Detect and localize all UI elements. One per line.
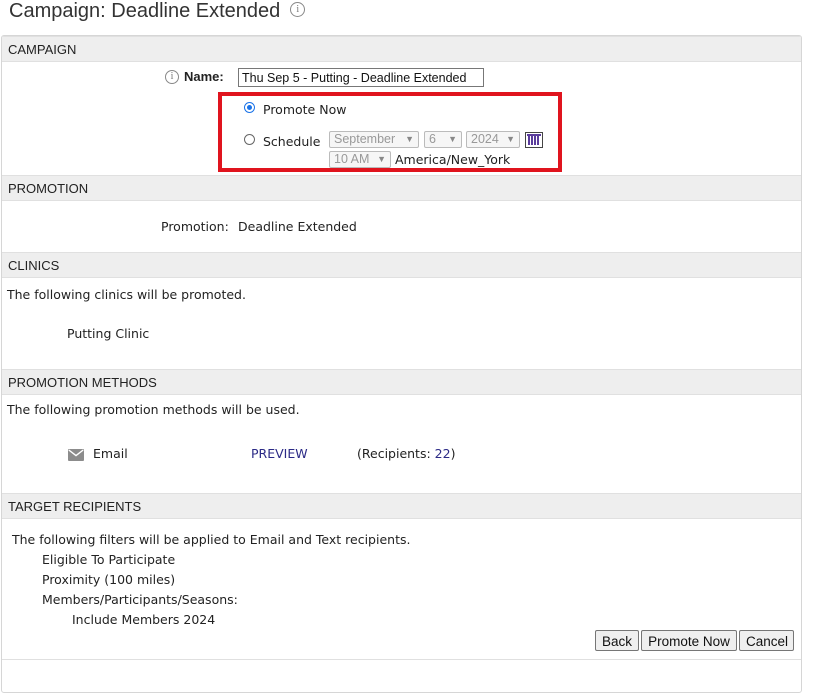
campaign-section-header: CAMPAIGN <box>2 36 801 62</box>
promote-now-radio[interactable] <box>244 102 255 113</box>
footer-divider <box>2 659 801 660</box>
sub-filter-item: Include Members 2024 <box>72 612 216 627</box>
promotion-value: Deadline Extended <box>238 219 357 234</box>
chevron-down-icon: ▼ <box>506 134 515 144</box>
schedule-radio[interactable] <box>244 134 255 145</box>
schedule-label[interactable]: Schedule <box>263 134 320 149</box>
recipients-suffix: ) <box>450 446 456 461</box>
campaign-name-input[interactable] <box>238 68 484 87</box>
recipients-intro: The following filters will be applied to… <box>12 532 411 547</box>
clinic-item: Putting Clinic <box>67 326 150 341</box>
cancel-button[interactable]: Cancel <box>739 630 794 651</box>
schedule-month-value: September <box>334 132 396 146</box>
recipients-count: (Recipients: 22) <box>357 446 455 461</box>
schedule-month-select[interactable]: September ▼ <box>329 131 419 148</box>
methods-intro: The following promotion methods will be … <box>7 402 300 417</box>
schedule-time-select[interactable]: 10 AM ▼ <box>329 151 391 168</box>
name-info-icon[interactable]: i <box>165 70 179 84</box>
chevron-down-icon: ▼ <box>448 134 457 144</box>
clinics-intro: The following clinics will be promoted. <box>7 287 246 302</box>
promotion-label: Promotion: <box>161 219 229 234</box>
schedule-time-value: 10 AM <box>334 152 370 166</box>
promote-now-button[interactable]: Promote Now <box>641 630 737 651</box>
chevron-down-icon: ▼ <box>377 154 386 164</box>
info-icon[interactable]: i <box>290 2 306 18</box>
back-button[interactable]: Back <box>595 630 639 651</box>
schedule-year-value: 2024 <box>471 132 499 146</box>
schedule-day-value: 6 <box>429 132 436 146</box>
filter-item: Members/Participants/Seasons: <box>42 592 238 607</box>
filter-item: Eligible To Participate <box>42 552 176 567</box>
recipients-count-value: 22 <box>434 446 451 461</box>
recipients-section-header: TARGET RECIPIENTS <box>2 493 801 519</box>
campaign-panel: CAMPAIGN i Name: Promote Now Schedule Se… <box>1 35 802 693</box>
calendar-icon[interactable] <box>525 132 543 148</box>
chevron-down-icon: ▼ <box>405 134 414 144</box>
schedule-day-select[interactable]: 6 ▼ <box>424 131 462 148</box>
preview-link[interactable]: PREVIEW <box>251 446 308 461</box>
promote-now-label[interactable]: Promote Now <box>263 102 346 117</box>
filter-item: Proximity (100 miles) <box>42 572 176 587</box>
clinics-section-header: CLINICS <box>2 252 801 278</box>
page-title: Campaign: Deadline Extended i <box>9 0 306 23</box>
method-name: Email <box>93 446 128 461</box>
envelope-icon <box>68 449 84 461</box>
promotion-section-header: PROMOTION <box>2 175 801 201</box>
timezone-label: America/New_York <box>395 152 511 167</box>
recipients-prefix: (Recipients: <box>357 446 435 461</box>
page-title-text: Campaign: Deadline Extended <box>9 0 281 22</box>
schedule-year-select[interactable]: 2024 ▼ <box>466 131 520 148</box>
name-label: Name: <box>184 69 224 84</box>
methods-section-header: PROMOTION METHODS <box>2 369 801 395</box>
